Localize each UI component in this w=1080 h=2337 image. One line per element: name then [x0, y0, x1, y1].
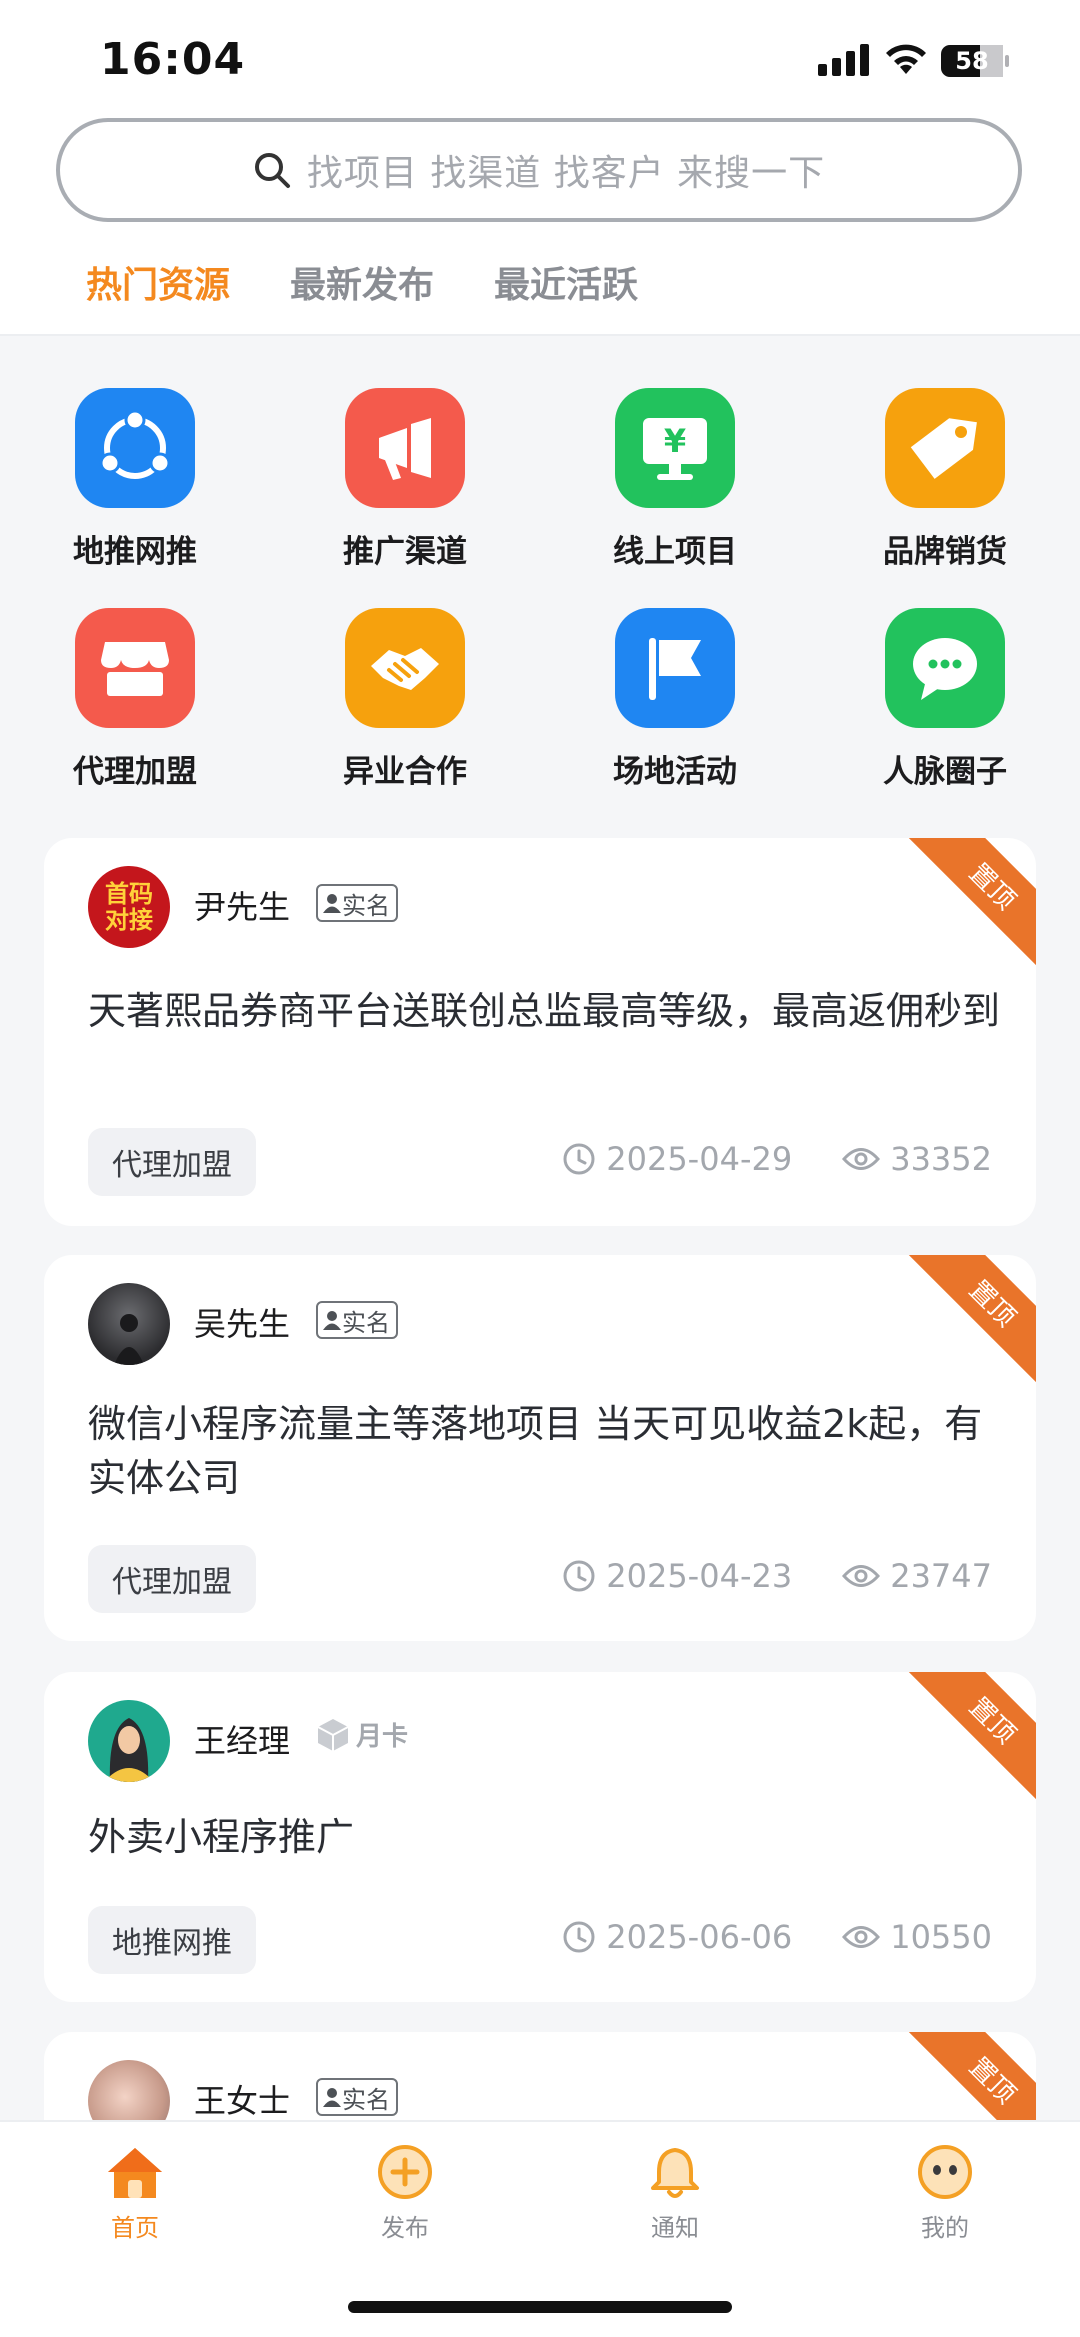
category-label: 人脉圈子 [883, 754, 1007, 790]
monthly-card-badge: 月卡 [316, 1716, 408, 1753]
category-ditui[interactable]: 地推网推 [35, 388, 235, 571]
user-name: 王经理 [194, 1722, 291, 1760]
avatar: 首码 对接 [88, 866, 170, 948]
clock-icon [563, 1143, 595, 1175]
category-venue-events[interactable]: 场地活动 [575, 608, 775, 791]
eye-icon [842, 1148, 881, 1170]
handshake-icon [345, 608, 465, 728]
megaphone-icon [345, 388, 465, 508]
pinned-ribbon: 置顶 [904, 838, 1036, 975]
tab-active[interactable]: 最近活跃 [494, 256, 638, 308]
nav-label: 我的 [921, 2214, 969, 2242]
post-meta: 2025-06-06 10550 [562, 1918, 992, 1956]
battery-level: 58 [955, 47, 989, 75]
post-tag: 地推网推 [88, 1906, 256, 1974]
user-name: 吴先生 [194, 1305, 291, 1343]
category-label: 线上项目 [613, 534, 737, 570]
post-tag: 代理加盟 [88, 1545, 256, 1613]
nav-label: 首页 [111, 2214, 159, 2242]
eye-icon [842, 1565, 881, 1587]
category-promo-channel[interactable]: 推广渠道 [305, 388, 505, 571]
person-icon [323, 2088, 341, 2107]
clock-icon [563, 1560, 595, 1592]
status-bar: 16:04 58 [0, 0, 1080, 120]
user-name: 王女士 [194, 2082, 291, 2120]
plus-circle-icon [378, 2145, 432, 2199]
chat-bubble-icon [885, 608, 1005, 728]
price-tag-icon [885, 388, 1005, 508]
nav-label: 通知 [651, 2214, 699, 2242]
cellular-signal-icon [818, 44, 869, 76]
category-label: 品牌销货 [883, 534, 1007, 570]
person-icon [323, 1311, 341, 1330]
home-icon [108, 2148, 162, 2198]
category-cross-industry[interactable]: 异业合作 [305, 608, 505, 791]
category-franchise[interactable]: 代理加盟 [35, 608, 235, 791]
clock-icon [563, 1921, 595, 1953]
search-icon [254, 153, 290, 188]
search-bar[interactable]: 找项目 找渠道 找客户 来搜一下 [56, 118, 1022, 222]
person-icon [323, 894, 341, 913]
cube-icon [317, 1718, 349, 1751]
post-meta: 2025-04-23 23747 [562, 1557, 992, 1595]
nav-profile[interactable]: 我的 [845, 2144, 1045, 2243]
pinned-ribbon: 置顶 [904, 1672, 1036, 1809]
category-label: 场地活动 [613, 754, 737, 790]
nav-publish[interactable]: 发布 [305, 2144, 505, 2243]
avatar [88, 1283, 170, 1365]
post-title: 天著熙品券商平台送联创总监最高等级，最高返佣秒到 [88, 989, 1001, 1033]
nav-label: 发布 [381, 2214, 429, 2242]
view-count: 23747 [890, 1557, 992, 1595]
battery-icon: 58 [940, 44, 1010, 78]
tab-latest[interactable]: 最新发布 [290, 256, 434, 308]
post-date: 2025-04-23 [606, 1557, 793, 1595]
post-date: 2025-04-29 [606, 1140, 793, 1178]
storefront-icon [75, 608, 195, 728]
post-date: 2025-06-06 [606, 1918, 793, 1956]
category-brand-sales[interactable]: 品牌销货 [845, 388, 1045, 571]
post-card[interactable]: 置顶 吴先生 实名 微信小程序流量主等落地项目 当天可见收益2k起，有实体公司 … [44, 1255, 1036, 1641]
wifi-icon [886, 44, 926, 74]
post-card[interactable]: 置顶 首码 对接 尹先生 实名 天著熙品券商平台送联创总监最高等级，最高返佣秒到… [44, 838, 1036, 1226]
category-network-circle[interactable]: 人脉圈子 [845, 608, 1045, 791]
yuan-monitor-icon: ¥ [615, 388, 735, 508]
verified-badge: 实名 [316, 1301, 398, 1339]
post-meta: 2025-04-29 33352 [562, 1140, 992, 1178]
category-label: 异业合作 [343, 754, 467, 790]
verified-badge: 实名 [316, 2078, 398, 2116]
category-label: 代理加盟 [73, 754, 197, 790]
flag-icon [615, 608, 735, 728]
avatar [88, 1700, 170, 1782]
search-placeholder: 找项目 找渠道 找客户 来搜一下 [306, 153, 826, 194]
post-title: 微信小程序流量主等落地项目 当天可见收益2k起，有实体公司 [88, 1402, 983, 1500]
home-indicator[interactable] [348, 2301, 732, 2313]
post-title: 外卖小程序推广 [88, 1815, 355, 1859]
feed-tabs: 热门资源 最新发布 最近活跃 [86, 256, 698, 308]
header: 16:04 58 找项目 找渠道 找客户 来搜一下 热门资源 最新发布 最近活跃 [0, 0, 1080, 336]
svg-text:¥: ¥ [664, 422, 686, 460]
nav-home[interactable]: 首页 [35, 2144, 235, 2243]
nav-notifications[interactable]: 通知 [575, 2144, 775, 2243]
eye-icon [842, 1926, 881, 1948]
post-card[interactable]: 置顶 王经理 月卡 外卖小程序推广 地推网推 2025-06-06 10550 [44, 1672, 1036, 2002]
category-online-project[interactable]: ¥ 线上项目 [575, 388, 775, 571]
view-count: 33352 [890, 1140, 992, 1178]
smiley-face-icon [918, 2145, 972, 2199]
bell-icon [651, 2148, 699, 2198]
category-label: 地推网推 [73, 534, 197, 570]
category-label: 推广渠道 [343, 534, 467, 570]
post-tag: 代理加盟 [88, 1128, 256, 1196]
user-name: 尹先生 [194, 888, 291, 926]
share-network-icon [75, 388, 195, 508]
tab-hot[interactable]: 热门资源 [86, 256, 230, 308]
view-count: 10550 [890, 1918, 992, 1956]
status-time: 16:04 [100, 34, 246, 85]
pinned-ribbon: 置顶 [904, 1255, 1036, 1392]
verified-badge: 实名 [316, 884, 398, 922]
